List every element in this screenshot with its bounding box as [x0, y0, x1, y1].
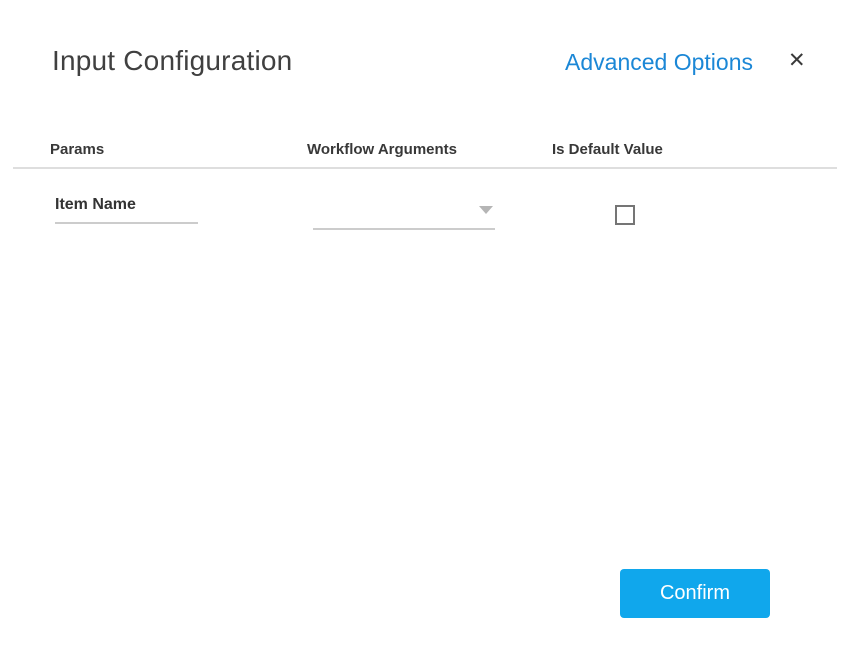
workflow-argument-select[interactable] — [313, 200, 495, 230]
column-header-is-default-value: Is Default Value — [552, 141, 663, 158]
advanced-options-link[interactable]: Advanced Options — [565, 49, 753, 76]
column-header-workflow-arguments: Workflow Arguments — [307, 141, 457, 158]
chevron-down-icon — [479, 206, 493, 214]
dialog-title: Input Configuration — [52, 45, 292, 77]
close-icon[interactable]: ✕ — [788, 50, 806, 71]
input-configuration-dialog: Input Configuration Advanced Options ✕ P… — [0, 0, 850, 671]
column-header-params: Params — [50, 141, 104, 158]
confirm-button[interactable]: Confirm — [620, 569, 770, 618]
param-name-input[interactable]: Item Name — [55, 196, 198, 224]
is-default-checkbox[interactable] — [615, 205, 635, 225]
header-divider — [13, 167, 837, 169]
